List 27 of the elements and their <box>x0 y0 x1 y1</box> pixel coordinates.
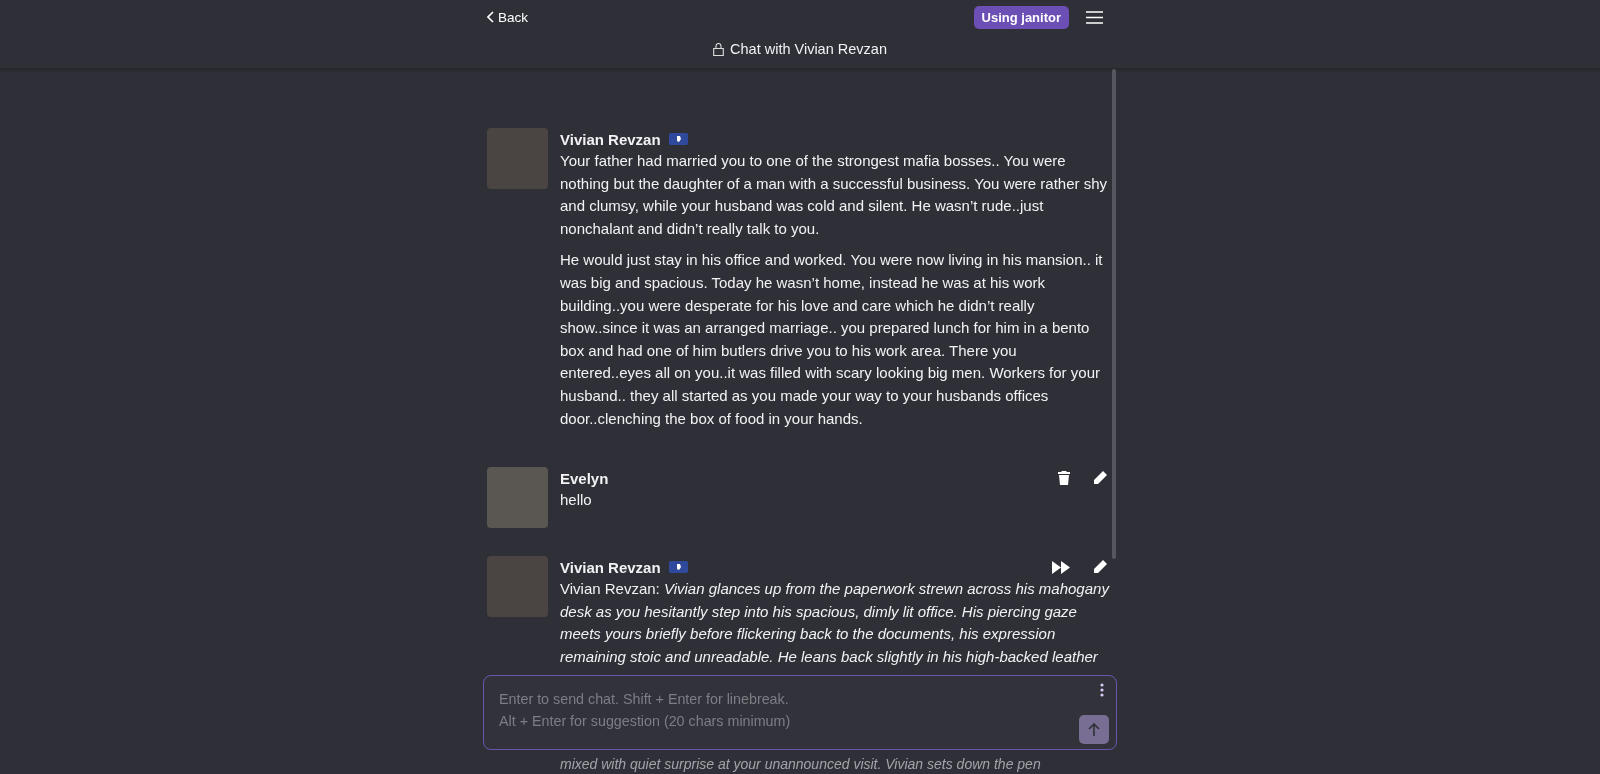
chevron-left-icon <box>487 11 495 23</box>
message-text: hello <box>560 490 593 511</box>
more-options-icon[interactable] <box>1100 683 1104 697</box>
message-text: He would just stay in his office and worked. You were now living in his mansion.. it was big and spacious. Today he wasn’t home, instead he was at his work building..you were desperate for his love and care which he didn’t really show..since it was an arranged marriage.. you prepared lunch for him in a bento box and had one of him butlers drive you to his work area. There you entered..eyes all on you..it was filled with scary looking big men. Workers for your husband.. they all started as you made your way to your husbands offices door..clenching the box of food in your hands. <box>560 250 1104 429</box>
menu-icon[interactable] <box>1086 10 1103 24</box>
avatar-photo-placeholder <box>487 556 548 618</box>
author-name: Vivian Revzan <box>560 558 661 576</box>
arrow-up-icon <box>1088 723 1100 736</box>
author-name: Vivian Revzan <box>560 130 661 148</box>
fast-forward-icon[interactable] <box>1052 560 1070 574</box>
bot-badge-icon <box>668 133 688 145</box>
author-name: Evelyn <box>560 469 609 487</box>
pencil-icon[interactable] <box>1093 471 1107 486</box>
back-button[interactable]: Back <box>487 9 528 25</box>
message-field[interactable]: Enter to send chat. Shift + Enter for linebreak. Alt + Enter for suggestion (20 chars minimum) <box>483 675 1117 750</box>
message-text: mixed with quiet surprise at your unannounced visit. Vivian sets down the pen <box>560 754 1042 773</box>
avatar-photo-placeholder <box>487 128 548 189</box>
chat-title: Chat with Vivian Revzan <box>730 41 887 57</box>
model-badge[interactable]: Using janitor <box>973 5 1069 29</box>
pencil-icon[interactable] <box>1093 560 1107 575</box>
avatar-photo-placeholder <box>487 467 548 529</box>
trash-icon[interactable] <box>1058 471 1070 486</box>
message-text: Your father had married you to one of the strongest mafia bosses.. You were nothing but the daughter of a man with a successful business. You were rather shy and clumsy, while your husband was cold and silent. He wasn’t rude..just nonchalant and didn’t really talk to you. <box>560 151 1108 239</box>
lock-icon <box>713 42 725 56</box>
scrollbar-thumb[interactable] <box>1112 69 1116 559</box>
bot-badge-icon <box>668 561 688 574</box>
message-text: Vivian Revzan: Vivian glances up from the paperwork strewn across his mahogany desk as you hesitantly step into his spacious, dimly lit office. His piercing gaze meets yours briefly before flickering back to the documents, his expression remaining stoic and unreadable. He leans back slightly in his high-backed leather <box>560 579 1109 667</box>
